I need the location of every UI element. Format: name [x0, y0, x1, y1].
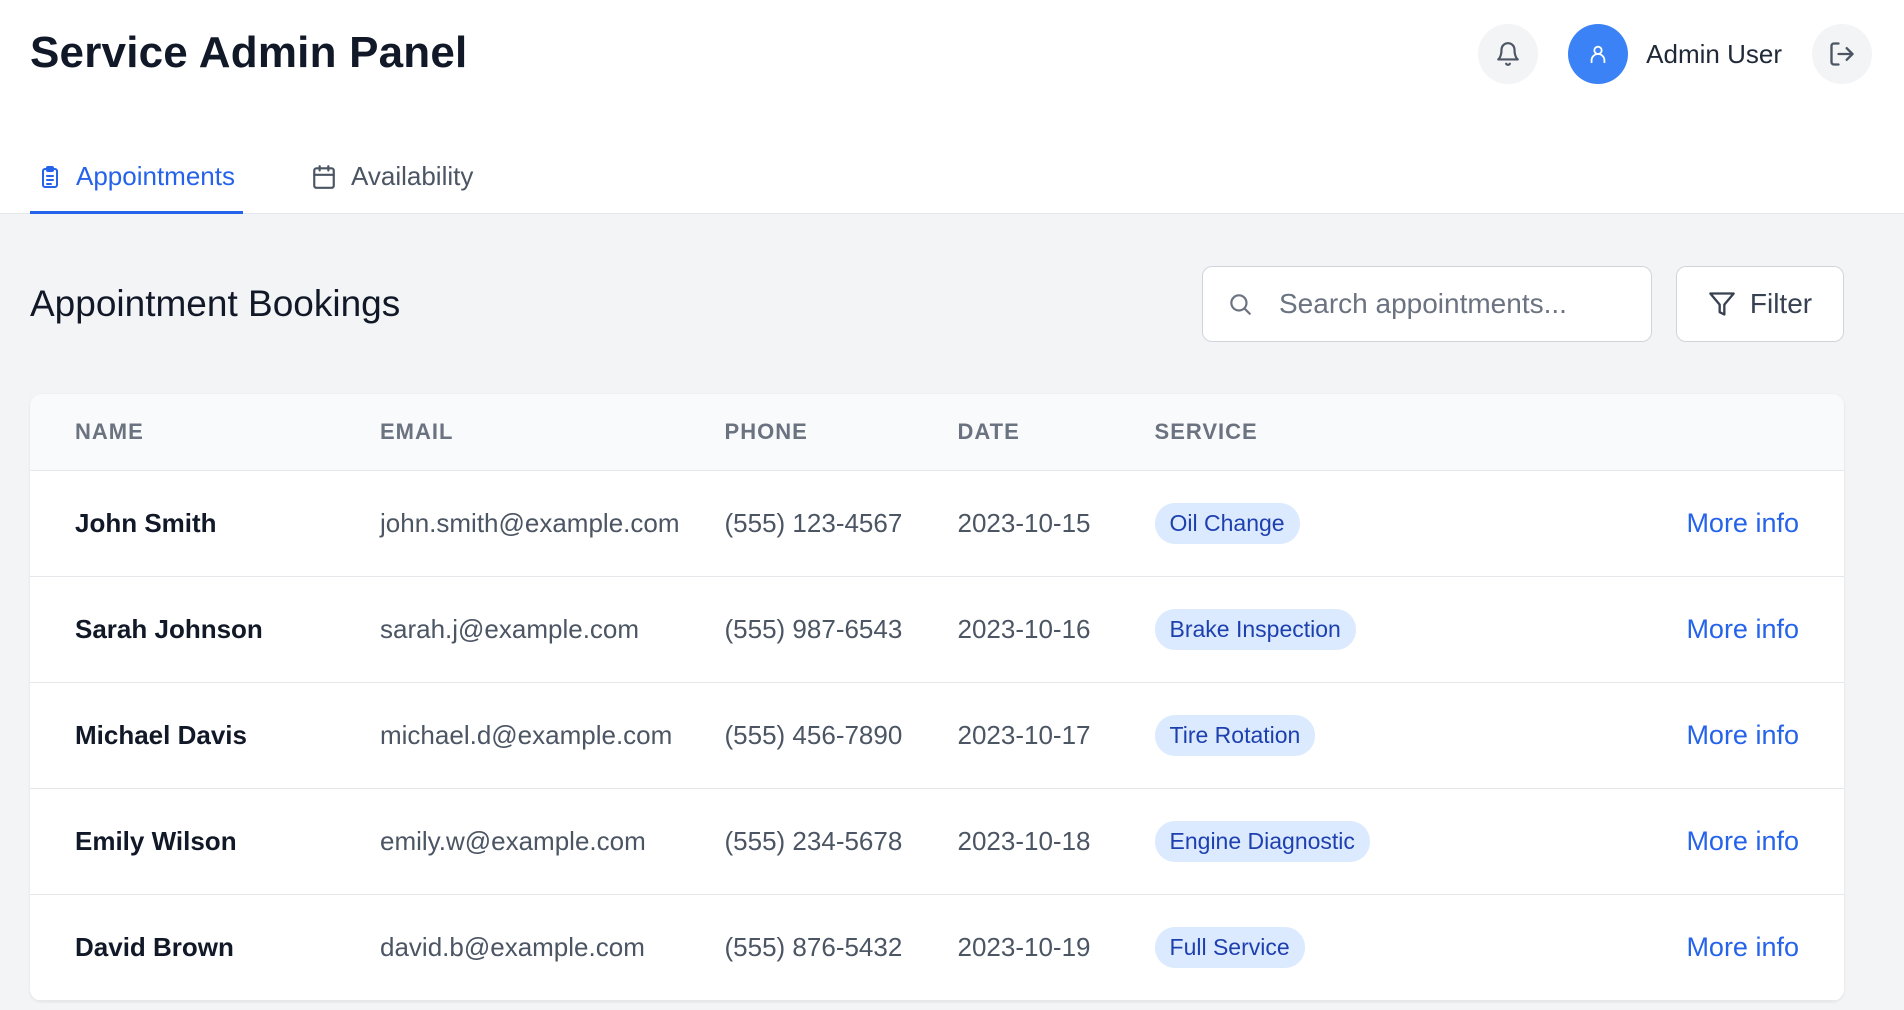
clipboard-icon — [42, 165, 58, 188]
cell-name: David Brown — [75, 931, 234, 962]
cell-date: 2023-10-17 — [957, 719, 1091, 750]
table-row: David Brown david.b@example.com (555) 87… — [30, 894, 1844, 1000]
bell-icon — [1497, 42, 1520, 66]
search-input[interactable] — [1277, 287, 1621, 321]
column-header-date: DATE — [912, 394, 1110, 471]
section-title: Appointment Bookings — [30, 283, 401, 324]
more-info-link[interactable]: More info — [1686, 614, 1799, 644]
header-actions: Admin User — [1478, 24, 1872, 84]
notifications-button[interactable] — [1478, 24, 1539, 84]
search-icon — [1230, 294, 1251, 315]
main-content: Appointment Bookings Filter NAME — [0, 214, 1904, 1001]
cell-phone: (555) 234-5678 — [724, 825, 903, 856]
logout-button[interactable] — [1812, 24, 1872, 84]
cell-name: Michael Davis — [75, 719, 247, 750]
tab-availability-label: Availability — [350, 161, 474, 191]
cell-service: Full Service — [1110, 894, 1523, 1000]
column-header-name: NAME — [30, 394, 335, 471]
service-badge: Engine Diagnostic — [1154, 820, 1370, 862]
filter-label: Filter — [1749, 288, 1813, 319]
cell-date: 2023-10-19 — [957, 931, 1091, 962]
cell-action: More info — [1523, 576, 1844, 682]
cell-action: More info — [1523, 470, 1844, 576]
cell-action: More info — [1523, 894, 1844, 1000]
cell-email: michael.d@example.com — [380, 719, 673, 750]
cell-action: More info — [1523, 682, 1844, 788]
cell-name: Emily Wilson — [75, 825, 237, 856]
column-header-email: EMAIL — [335, 394, 680, 471]
column-header-actions — [1522, 394, 1844, 471]
more-info-link[interactable]: More info — [1686, 720, 1799, 750]
table-row: Michael Davis michael.d@example.com (555… — [30, 682, 1844, 788]
service-badge: Full Service — [1154, 926, 1305, 968]
cell-date: 2023-10-18 — [957, 825, 1091, 856]
service-badge: Oil Change — [1154, 502, 1300, 544]
app-title: Service Admin Panel — [30, 28, 468, 77]
app-header: Service Admin Panel Admin User Appointme… — [0, 0, 1904, 214]
avatar[interactable] — [1568, 24, 1629, 84]
cell-action: More info — [1523, 788, 1844, 894]
toolbar: Appointment Bookings Filter — [30, 214, 1844, 394]
search-box — [1202, 266, 1652, 342]
cell-date: 2023-10-15 — [957, 507, 1091, 538]
column-header-phone: PHONE — [679, 394, 913, 471]
table-row: Emily Wilson emily.w@example.com (555) 2… — [30, 788, 1844, 894]
service-badge: Tire Rotation — [1154, 714, 1316, 756]
filter-button[interactable]: Filter — [1676, 266, 1844, 342]
appointments-table: NAME EMAIL PHONE DATE SERVICE John Smith… — [30, 394, 1844, 1001]
cell-service: Engine Diagnostic — [1110, 788, 1523, 894]
table-row: John Smith john.smith@example.com (555) … — [30, 470, 1844, 576]
tab-appointments-label: Appointments — [76, 161, 235, 191]
tab-appointments[interactable]: Appointments — [30, 142, 243, 214]
logout-icon — [1830, 42, 1854, 66]
table-header-row: NAME EMAIL PHONE DATE SERVICE — [30, 394, 1844, 471]
cell-phone: (555) 876-5432 — [724, 931, 903, 962]
table-row: Sarah Johnson sarah.j@example.com (555) … — [30, 576, 1844, 682]
more-info-link[interactable]: More info — [1686, 508, 1799, 538]
user-icon — [1590, 45, 1606, 64]
cell-service: Oil Change — [1110, 470, 1523, 576]
filter-icon — [1709, 292, 1735, 316]
calendar-icon — [313, 164, 335, 189]
cell-name: John Smith — [75, 507, 217, 538]
cell-date: 2023-10-16 — [957, 613, 1091, 644]
more-info-link[interactable]: More info — [1686, 932, 1799, 962]
cell-phone: (555) 123-4567 — [724, 507, 903, 538]
cell-email: sarah.j@example.com — [380, 613, 640, 644]
toolbar-actions: Filter — [1202, 266, 1844, 342]
cell-email: david.b@example.com — [380, 931, 645, 962]
cell-phone: (555) 987-6543 — [724, 613, 903, 644]
user-name: Admin User — [1646, 38, 1782, 69]
cell-phone: (555) 456-7890 — [724, 719, 903, 750]
appointments-table-card: NAME EMAIL PHONE DATE SERVICE John Smith… — [30, 394, 1844, 1001]
cell-name: Sarah Johnson — [75, 613, 263, 644]
more-info-link[interactable]: More info — [1686, 826, 1799, 856]
column-header-service: SERVICE — [1109, 394, 1523, 471]
tab-availability[interactable]: Availability — [303, 142, 481, 214]
cell-email: john.smith@example.com — [380, 507, 680, 538]
cell-service: Brake Inspection — [1110, 576, 1523, 682]
service-badge: Brake Inspection — [1154, 608, 1356, 650]
cell-service: Tire Rotation — [1110, 682, 1523, 788]
tab-bar: Appointments Availability — [30, 142, 541, 214]
cell-email: emily.w@example.com — [380, 825, 646, 856]
